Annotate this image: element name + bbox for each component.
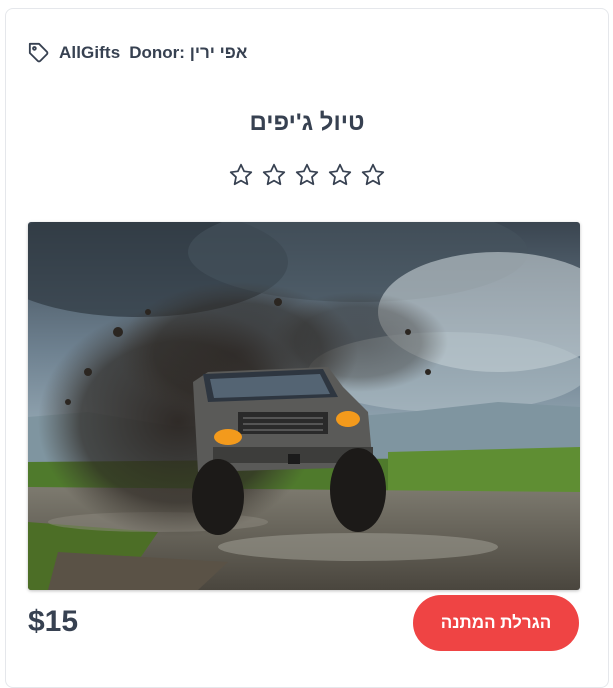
star-icon[interactable] — [261, 162, 287, 188]
star-icon[interactable] — [360, 162, 386, 188]
donor-brand: AllGifts — [59, 43, 121, 62]
star-icon[interactable] — [294, 162, 320, 188]
donor-row: AllGifts Donor: אפי ירין — [28, 41, 247, 65]
gift-title: טיול ג'יפים — [249, 109, 365, 136]
gift-price: $15 — [28, 605, 79, 638]
rating-stars[interactable] — [6, 162, 608, 188]
gift-image — [28, 222, 580, 590]
donor-label: Donor: אפי ירין — [129, 43, 248, 62]
tag-icon — [28, 42, 50, 64]
star-icon[interactable] — [228, 162, 254, 188]
gift-card: AllGifts Donor: אפי ירין טיול ג'יפים $15… — [5, 8, 609, 688]
star-icon[interactable] — [327, 162, 353, 188]
raffle-gift-button[interactable]: הגרלת המתנה — [413, 595, 579, 651]
